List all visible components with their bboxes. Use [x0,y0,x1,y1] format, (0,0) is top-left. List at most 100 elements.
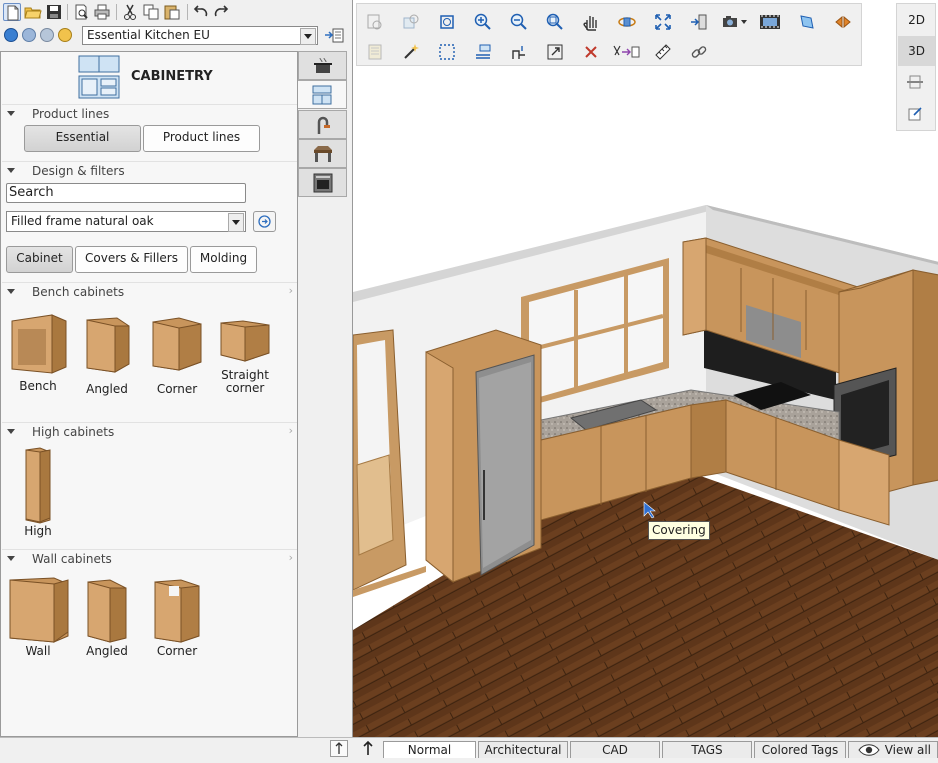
tab-cabinet[interactable]: Cabinet [6,246,73,273]
zoom-out-icon[interactable] [509,12,529,32]
tab-covers-fillers[interactable]: Covers & Fillers [75,246,188,273]
cabinet-angled[interactable]: Angled [75,314,139,396]
save-icon[interactable] [45,3,63,21]
faucet-icon [317,116,330,134]
section-view-icon[interactable] [905,72,925,92]
tab-plumbing[interactable] [298,110,347,139]
section-label: Wall cabinets [32,552,112,566]
corner-cabinet-icon [152,317,202,371]
magic-wand-icon[interactable] [401,42,421,62]
tab-cad[interactable]: CAD [570,741,660,758]
straight-corner-cabinet-icon [220,320,270,362]
tab-molding[interactable]: Molding [190,246,257,273]
finish-select-value: Filled frame natural oak [11,214,154,228]
redo-icon[interactable] [212,3,230,21]
view-2d-button[interactable]: 2D [898,5,935,35]
ruler-icon[interactable] [653,42,673,62]
paste-icon[interactable] [163,3,181,21]
item-label: Bench [19,379,57,393]
view-3d-button[interactable]: 3D [898,36,935,66]
pan-hand-icon[interactable] [581,12,601,32]
cabinetry-panel: CABINETRY Product lines Essential Produc… [0,51,298,737]
tab-ovens[interactable] [298,168,347,197]
catalog-info-icon[interactable] [40,28,54,42]
angled-wall-cabinet-icon [87,579,127,643]
cut-paste-icon[interactable] [611,42,641,62]
tab-appliances[interactable] [298,51,347,80]
fit-all-icon[interactable] [653,12,673,32]
catalog-download-icon[interactable] [4,28,18,42]
tab-normal[interactable]: Normal [383,741,476,758]
cabinet-wall-angled[interactable]: Angled [75,576,139,658]
cabinet-corner[interactable]: Corner [145,314,209,396]
section-bench-cabinets[interactable]: Bench cabinets › [2,282,297,301]
section-high-cabinets[interactable]: High cabinets › [2,422,297,441]
panel-scroll-up-icon[interactable] [330,740,348,757]
print-icon[interactable] [93,3,111,21]
copy-icon[interactable] [142,3,160,21]
cabinet-wall[interactable]: Wall [6,574,70,658]
cabinet-wall-corner[interactable]: Corner [145,576,209,658]
kitchen-3d-scene [353,205,938,737]
mirror-icon[interactable] [833,12,853,32]
open-folder-icon[interactable] [24,3,42,21]
dimension-icon[interactable] [509,42,529,62]
tab-tables[interactable] [298,139,347,168]
tab-architectural[interactable]: Architectural [478,741,568,758]
edit-view-icon[interactable] [905,104,925,124]
link-icon[interactable] [689,42,709,62]
cooking-pot-icon [313,57,332,73]
measure-icon[interactable] [473,42,493,62]
cabinet-bench[interactable]: Bench [6,309,70,393]
zoom-object-icon[interactable] [401,12,421,32]
item-label: Angled [86,382,128,396]
walk-icon[interactable] [689,12,709,32]
layers-icon[interactable] [365,42,385,62]
search-input[interactable]: Search [6,183,246,203]
render-icon[interactable] [797,12,817,32]
zoom-selection-icon[interactable] [365,12,385,32]
zoom-extents-icon[interactable] [437,12,457,32]
catalog-select[interactable]: Essential Kitchen EU [82,26,318,45]
item-label: Wall [25,644,51,658]
tab-tags[interactable]: TAGS [662,741,752,758]
camera-icon[interactable] [721,12,751,32]
panel-title: CABINETRY [131,69,213,84]
film-icon[interactable] [759,12,781,32]
finish-select[interactable]: Filled frame natural oak [6,211,246,232]
catalog-update-icon[interactable] [22,28,36,42]
section-wall-cabinets[interactable]: Wall cabinets › [2,549,297,568]
zoom-in-icon[interactable] [473,12,493,32]
status-bar: Normal Architectural CAD TAGS Colored Ta… [0,737,938,758]
high-cabinet-icon [25,447,51,524]
print-preview-icon[interactable] [72,3,90,21]
select-box-icon[interactable] [437,42,457,62]
new-file-icon[interactable] [3,3,21,21]
section-design-filters[interactable]: Design & filters [2,161,297,180]
cabinet-straight-corner[interactable]: Straight corner [213,317,277,395]
3d-viewport[interactable]: Covering [352,0,938,737]
apply-filter-icon[interactable] [253,211,276,232]
tab-colored-tags[interactable]: Colored Tags [754,741,846,758]
delete-icon[interactable] [581,42,601,62]
cut-icon[interactable] [121,3,139,21]
zoom-window-icon[interactable] [545,12,565,32]
item-label: Corner [156,644,198,658]
catalog-favorite-icon[interactable] [58,28,72,42]
essential-button[interactable]: Essential [24,125,141,152]
move-icon[interactable] [545,42,565,62]
product-lines-button[interactable]: Product lines [143,125,260,152]
cabinet-high[interactable]: High [6,446,70,538]
viewport-up-icon[interactable] [356,740,380,757]
item-label: Straight corner [221,368,269,395]
wall-cabinet-icon [9,577,69,643]
tab-view-all[interactable]: View all [848,741,938,758]
undo-icon[interactable] [192,3,210,21]
tab-cabinetry[interactable] [298,80,347,109]
table-icon [313,146,332,162]
orbit-icon[interactable] [617,12,637,32]
angled-cabinet-icon [86,317,130,373]
catalog-manager-icon[interactable] [324,27,344,44]
item-label: High [24,524,52,538]
section-product-lines[interactable]: Product lines [2,104,297,123]
